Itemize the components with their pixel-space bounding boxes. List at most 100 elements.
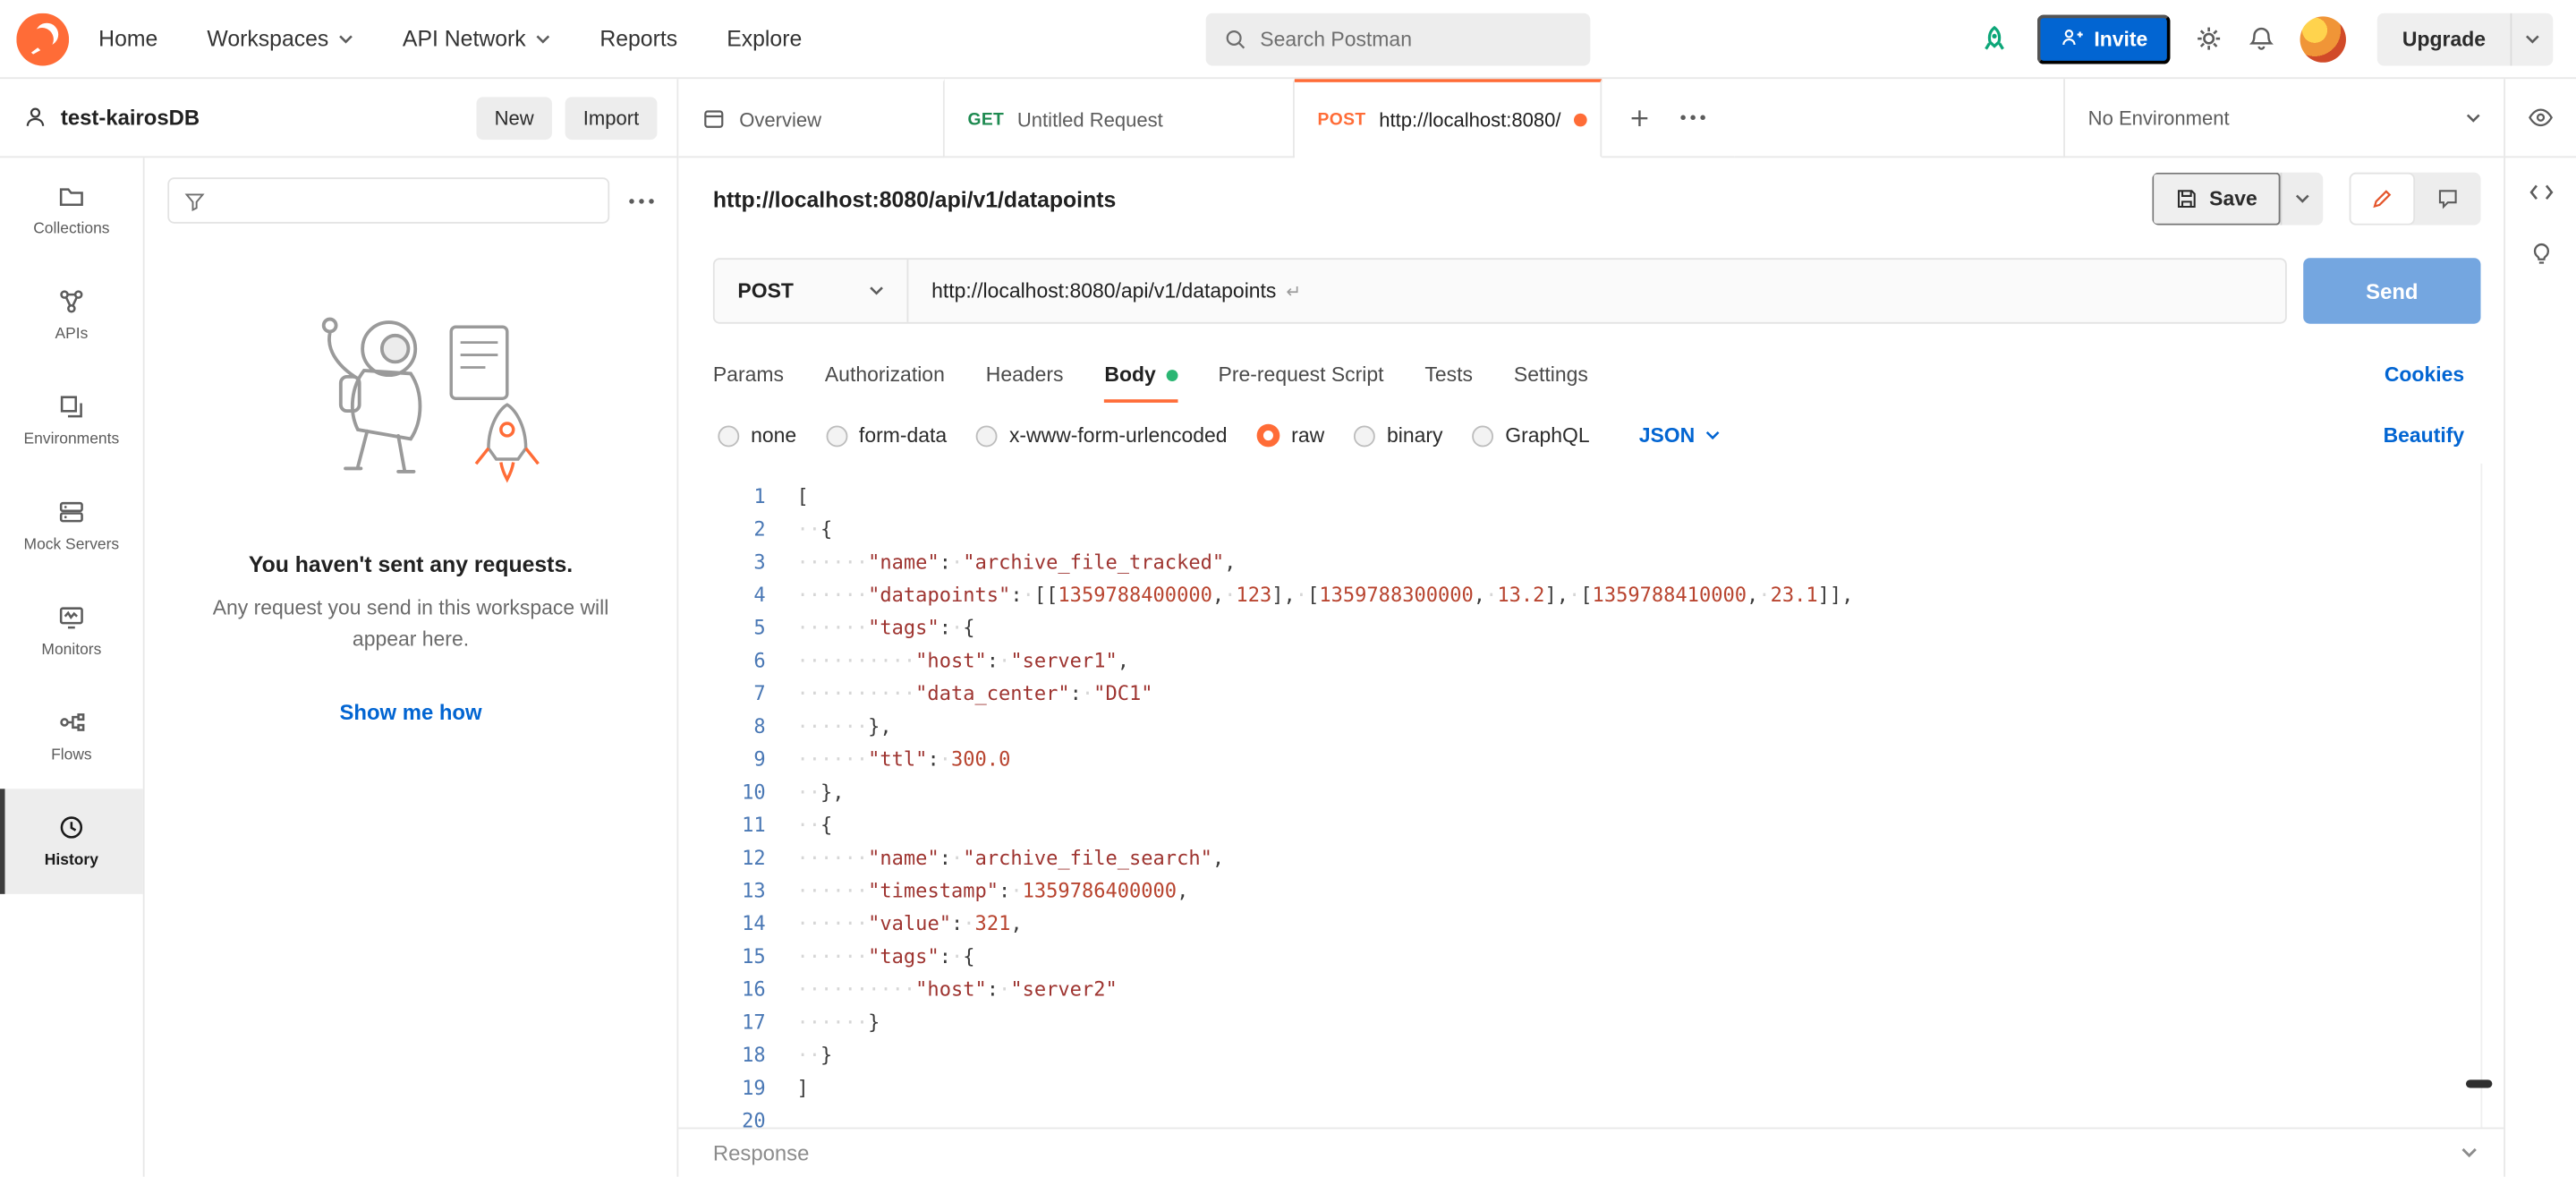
- cookies-link[interactable]: Cookies: [2385, 363, 2464, 387]
- response-label: Response: [713, 1140, 809, 1165]
- body-type-form-data[interactable]: form-data: [826, 424, 947, 448]
- environment-quick-look-button[interactable]: [2504, 79, 2576, 158]
- code-line[interactable]: 2··{: [678, 513, 2504, 546]
- save-button[interactable]: Save: [2152, 173, 2281, 226]
- tab-tests[interactable]: Tests: [1424, 342, 1473, 407]
- pencil-icon: [2370, 187, 2393, 210]
- body-type-graphql[interactable]: GraphQL: [1473, 424, 1590, 448]
- code-text: [766, 1105, 797, 1128]
- global-search-input[interactable]: Search Postman: [1206, 13, 1591, 66]
- send-button[interactable]: Send: [2303, 258, 2480, 323]
- sidebar-item-environments[interactable]: Environments: [0, 368, 143, 473]
- body-type-none[interactable]: none: [718, 424, 796, 448]
- code-line[interactable]: 9······"ttl":·300.0: [678, 743, 2504, 776]
- tab-post-request[interactable]: POST http://localhost:8080/: [1295, 79, 1602, 158]
- tab-label: Tests: [1424, 363, 1473, 387]
- nav-reports[interactable]: Reports: [599, 26, 677, 51]
- chevron-down-icon: [2466, 113, 2481, 123]
- nav-workspaces[interactable]: Workspaces: [207, 26, 353, 51]
- code-line[interactable]: 20: [678, 1105, 2504, 1128]
- code-line[interactable]: 3······"name":·"archive_file_tracked",: [678, 546, 2504, 579]
- beautify-link[interactable]: Beautify: [2384, 424, 2465, 448]
- nav-home[interactable]: Home: [98, 26, 157, 51]
- code-line[interactable]: 16··········"host":·"server2": [678, 973, 2504, 1006]
- tab-untitled-request[interactable]: GET Untitled Request: [945, 79, 1295, 158]
- code-line[interactable]: 7··········"data_center":·"DC1": [678, 677, 2504, 710]
- tab-headers[interactable]: Headers: [986, 342, 1064, 407]
- tab-params[interactable]: Params: [713, 342, 784, 407]
- code-line[interactable]: 18··}: [678, 1038, 2504, 1071]
- save-options-caret[interactable]: [2281, 173, 2324, 226]
- history-more-icon[interactable]: [626, 192, 658, 209]
- sidebar-item-monitors[interactable]: Monitors: [0, 578, 143, 684]
- sidebar-item-mock-servers[interactable]: Mock Servers: [0, 473, 143, 579]
- tab-settings[interactable]: Settings: [1514, 342, 1588, 407]
- request-tabs: Params Authorization Headers Body Pre-re…: [678, 342, 2504, 407]
- body-type-urlencoded[interactable]: x-www-form-urlencoded: [976, 424, 1227, 448]
- upgrade-button[interactable]: Upgrade: [2377, 13, 2553, 65]
- code-line[interactable]: 8······},: [678, 710, 2504, 743]
- comment-bubble-icon: [2436, 187, 2460, 210]
- body-type-raw[interactable]: raw: [1257, 424, 1325, 448]
- apis-icon: [57, 287, 85, 315]
- code-line[interactable]: 10··},: [678, 776, 2504, 809]
- nav-explore[interactable]: Explore: [727, 26, 802, 51]
- language-select[interactable]: JSON: [1639, 424, 1720, 448]
- show-me-how-link[interactable]: Show me how: [339, 700, 481, 725]
- tab-body[interactable]: Body: [1104, 342, 1177, 407]
- url-input[interactable]: http://localhost:8080/api/v1/datapoints …: [908, 260, 2285, 322]
- upgrade-caret-button[interactable]: [2511, 13, 2554, 65]
- code-line[interactable]: 15······"tags":·{: [678, 940, 2504, 973]
- agent-status-icon[interactable]: [1976, 21, 2011, 56]
- nav-workspaces-label: Workspaces: [207, 26, 328, 51]
- nav-api-network[interactable]: API Network: [403, 26, 550, 51]
- code-line[interactable]: 14······"value":·321,: [678, 908, 2504, 941]
- code-line[interactable]: 5······"tags":·{: [678, 611, 2504, 644]
- sidebar-item-history[interactable]: History: [0, 789, 143, 894]
- invite-button[interactable]: Invite: [2036, 14, 2171, 64]
- edit-pencil-button[interactable]: [2350, 173, 2415, 226]
- notifications-bell-icon[interactable]: [2248, 25, 2275, 53]
- radio-icon: [826, 425, 847, 447]
- code-line[interactable]: 12······"name":·"archive_file_search",: [678, 841, 2504, 874]
- tab-pre-request-script[interactable]: Pre-request Script: [1219, 342, 1384, 407]
- workspace-switcher[interactable]: test-kairosDB: [23, 106, 200, 131]
- settings-gear-icon[interactable]: [2196, 25, 2223, 53]
- environment-selector[interactable]: No Environment: [2063, 79, 2504, 158]
- code-line[interactable]: 13······"timestamp":·1359786400000,: [678, 874, 2504, 908]
- code-line[interactable]: 1[: [678, 480, 2504, 513]
- tab-overview[interactable]: Overview: [678, 79, 944, 158]
- radio-label: form-data: [859, 424, 947, 448]
- collections-icon: [57, 183, 85, 210]
- code-editor[interactable]: 1[2··{3······"name":·"archive_file_track…: [678, 464, 2504, 1128]
- sidebar-item-collections[interactable]: Collections: [0, 158, 143, 263]
- sidebar-item-apis[interactable]: APIs: [0, 263, 143, 369]
- method-badge-post: POST: [1318, 109, 1366, 129]
- postman-logo-icon[interactable]: [16, 13, 69, 65]
- tab-options-more-icon[interactable]: [1678, 108, 1709, 126]
- editor-scrollbar-thumb[interactable]: [2466, 1079, 2492, 1087]
- code-line[interactable]: 11··{: [678, 808, 2504, 841]
- code-text: ······"timestamp":·1359786400000,: [766, 874, 1189, 908]
- rail-label: Environments: [24, 431, 120, 448]
- active-item-indicator: [0, 789, 5, 894]
- import-button[interactable]: Import: [565, 96, 658, 139]
- line-number: 10: [678, 776, 765, 809]
- code-line[interactable]: 6··········"host":·"server1",: [678, 644, 2504, 678]
- method-select[interactable]: POST: [715, 260, 909, 322]
- history-filter-input[interactable]: [167, 177, 609, 223]
- new-tab-plus-icon[interactable]: [1628, 106, 1652, 129]
- lightbulb-icon[interactable]: [2528, 240, 2554, 268]
- sidebar-item-flows[interactable]: Flows: [0, 684, 143, 789]
- user-avatar[interactable]: [2300, 15, 2346, 61]
- new-button[interactable]: New: [476, 96, 551, 139]
- line-number: 14: [678, 908, 765, 941]
- body-type-binary[interactable]: binary: [1354, 424, 1442, 448]
- code-snippet-icon[interactable]: [2528, 181, 2554, 204]
- comments-button[interactable]: [2415, 173, 2480, 226]
- response-expand-button[interactable]: [2461, 1147, 2477, 1159]
- tab-authorization[interactable]: Authorization: [825, 342, 945, 407]
- code-line[interactable]: 17······}: [678, 1006, 2504, 1039]
- code-line[interactable]: 4······"datapoints":·[[1359788400000,·12…: [678, 578, 2504, 611]
- code-line[interactable]: 19]: [678, 1071, 2504, 1105]
